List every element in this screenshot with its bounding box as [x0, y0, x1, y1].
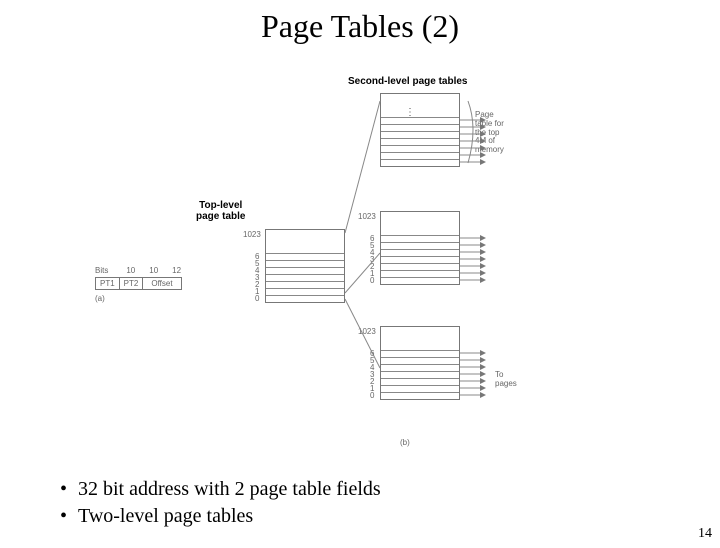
n0b: 0: [370, 277, 374, 284]
bullet-1: 32 bit address with 2 page table fields: [60, 476, 381, 503]
num-1023-bot: 1023: [358, 328, 376, 335]
cell-pt1: PT1: [96, 278, 120, 289]
diagram-area: Bits 10 10 12 PT1 PT2 Offset (a) 1023 ⋮ …: [80, 93, 640, 463]
ptf-4: 4M of: [475, 136, 495, 145]
bits-pt2: 10: [149, 266, 158, 275]
bits-pt1: 10: [126, 266, 135, 275]
page-title: Page Tables (2): [0, 8, 720, 45]
ptf-2: table for: [475, 119, 504, 128]
second-level-bot: [380, 326, 460, 400]
address-decomposition: Bits 10 10 12 PT1 PT2 Offset (a): [95, 266, 182, 303]
num-1023-mid: 1023: [358, 213, 376, 220]
bullet-2: Two-level page tables: [60, 503, 381, 530]
a-caption: (a): [95, 294, 182, 303]
label-to-pages: To pages: [495, 371, 517, 389]
label-second-level: Second-level page tables: [348, 76, 468, 87]
bullet-list: 32 bit address with 2 page table fields …: [60, 476, 381, 530]
ptf-1: Page: [475, 110, 494, 119]
cell-offset: Offset: [143, 278, 180, 289]
tp-2: pages: [495, 379, 517, 388]
num-1023-top: 1023: [243, 231, 261, 238]
label-page-table-for: Page table for the top 4M of memory: [475, 111, 525, 155]
bits-off: 12: [172, 266, 181, 275]
n0c: 0: [370, 392, 374, 399]
top-level-table: [265, 229, 345, 303]
bits-label: Bits: [95, 266, 108, 275]
cell-pt2: PT2: [120, 278, 144, 289]
ptf-5: memory: [475, 145, 504, 154]
second-level-top: [380, 93, 460, 167]
second-level-mid: [380, 211, 460, 285]
tp-1: To: [495, 370, 503, 379]
b-caption: (b): [400, 438, 410, 447]
n0a: 0: [255, 295, 259, 302]
ptf-3: the top: [475, 128, 499, 137]
vdots-icon-2: ⋮: [405, 107, 415, 118]
